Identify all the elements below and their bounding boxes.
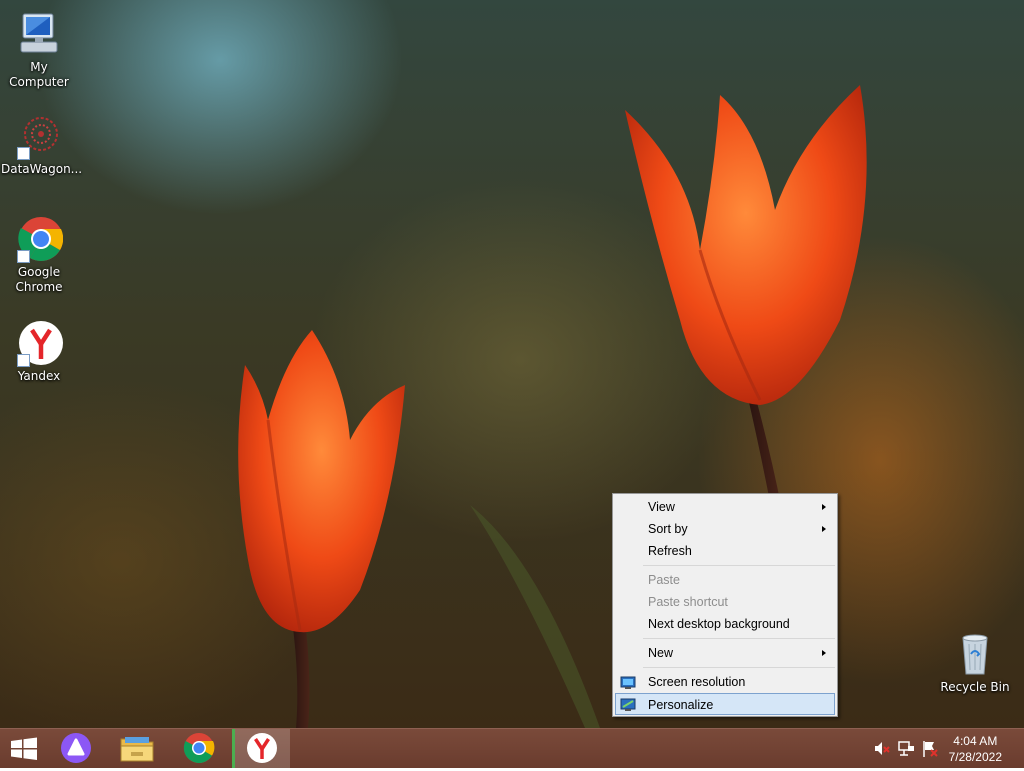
tulip-wallpaper bbox=[238, 85, 867, 728]
menu-separator bbox=[643, 638, 835, 639]
desktop-icon-my-computer[interactable]: My Computer bbox=[1, 10, 77, 90]
datawagon-icon bbox=[15, 112, 63, 160]
menu-item-new[interactable]: New bbox=[615, 642, 835, 664]
windows-logo-icon bbox=[11, 737, 37, 760]
chrome-icon bbox=[15, 215, 64, 263]
computer-icon bbox=[15, 10, 63, 58]
desktop[interactable]: My Computer DataWagon... Google Chrome Y… bbox=[0, 0, 1024, 728]
taskbar: 4:04 AM 7/28/2022 bbox=[0, 728, 1024, 768]
desktop-context-menu: View Sort by Refresh Paste Paste shortcu… bbox=[612, 493, 838, 717]
network-icon bbox=[898, 741, 914, 756]
menu-item-paste-shortcut[interactable]: Paste shortcut bbox=[615, 591, 835, 613]
personalize-icon bbox=[620, 697, 636, 711]
yandex-browser-icon bbox=[247, 733, 277, 763]
shortcut-arrow-icon bbox=[17, 354, 30, 367]
monitor-icon bbox=[620, 675, 636, 689]
menu-item-sort-by[interactable]: Sort by bbox=[615, 518, 835, 540]
submenu-arrow-icon bbox=[822, 526, 826, 532]
menu-item-next-desktop-background[interactable]: Next desktop background bbox=[615, 613, 835, 635]
menu-item-personalize[interactable]: Personalize bbox=[615, 693, 835, 715]
tray-action-center[interactable] bbox=[920, 729, 940, 768]
clock-time: 4:04 AM bbox=[953, 734, 998, 748]
alice-assistant-icon bbox=[61, 733, 91, 763]
desktop-icon-label: My Computer bbox=[9, 60, 69, 89]
menu-separator bbox=[643, 667, 835, 668]
desktop-icon-yandex[interactable]: Yandex bbox=[1, 319, 77, 384]
menu-item-view[interactable]: View bbox=[615, 496, 835, 518]
desktop-icon-label: Recycle Bin bbox=[940, 680, 1010, 694]
tray-volume[interactable] bbox=[872, 729, 892, 768]
desktop-icon-label: Google Chrome bbox=[15, 265, 63, 294]
recycle-bin-icon bbox=[951, 630, 999, 678]
desktop-icon-google-chrome[interactable]: Google Chrome bbox=[1, 215, 77, 295]
taskbar-app-yandex-browser[interactable] bbox=[232, 729, 290, 768]
file-explorer-icon bbox=[120, 737, 154, 762]
yandex-icon bbox=[15, 319, 63, 367]
tray-network[interactable] bbox=[896, 729, 916, 768]
volume-muted-icon bbox=[875, 742, 890, 755]
menu-item-paste[interactable]: Paste bbox=[615, 569, 835, 591]
taskbar-app-chrome[interactable] bbox=[175, 729, 223, 768]
desktop-icon-label: DataWagon... bbox=[1, 162, 83, 176]
desktop-icon-recycle-bin[interactable]: Recycle Bin bbox=[937, 630, 1013, 695]
taskbar-clock[interactable]: 4:04 AM 7/28/2022 bbox=[949, 733, 1002, 765]
submenu-arrow-icon bbox=[822, 650, 826, 656]
menu-separator bbox=[643, 565, 835, 566]
submenu-arrow-icon bbox=[822, 504, 826, 510]
taskbar-app-file-explorer[interactable] bbox=[113, 729, 161, 768]
chrome-icon bbox=[183, 733, 215, 764]
taskbar-app-alice[interactable] bbox=[52, 729, 100, 768]
desktop-icon-label: Yandex bbox=[17, 369, 61, 383]
action-center-flag-icon bbox=[923, 741, 938, 757]
start-button[interactable] bbox=[0, 729, 48, 768]
clock-date: 7/28/2022 bbox=[948, 750, 1002, 764]
shortcut-arrow-icon bbox=[17, 147, 30, 160]
menu-item-screen-resolution[interactable]: Screen resolution bbox=[615, 671, 835, 693]
desktop-icon-datawagon[interactable]: DataWagon... bbox=[1, 112, 83, 177]
shortcut-arrow-icon bbox=[17, 250, 30, 263]
menu-item-refresh[interactable]: Refresh bbox=[615, 540, 835, 562]
